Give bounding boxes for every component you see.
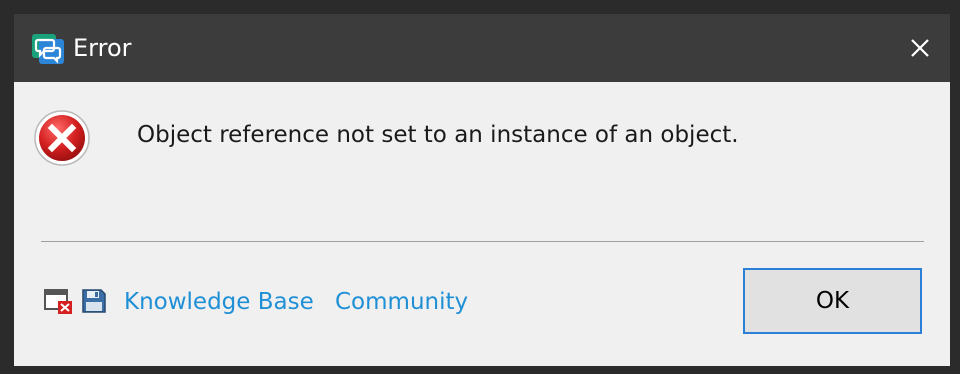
ok-button[interactable]: OK <box>743 268 922 334</box>
window-title: Error <box>73 34 132 62</box>
knowledge-base-link[interactable]: Knowledge Base <box>124 288 314 316</box>
close-icon[interactable] <box>904 32 936 64</box>
community-link[interactable]: Community <box>335 288 468 316</box>
app-icon <box>32 34 64 64</box>
divider <box>41 241 924 242</box>
window-error-icon[interactable] <box>44 287 74 315</box>
save-icon[interactable] <box>81 287 107 315</box>
error-message: Object reference not set to an instance … <box>137 122 739 148</box>
error-icon <box>34 110 90 166</box>
title-bar[interactable]: Error <box>14 14 950 82</box>
error-dialog-window: Error Object reference not set to an ins… <box>14 14 950 366</box>
